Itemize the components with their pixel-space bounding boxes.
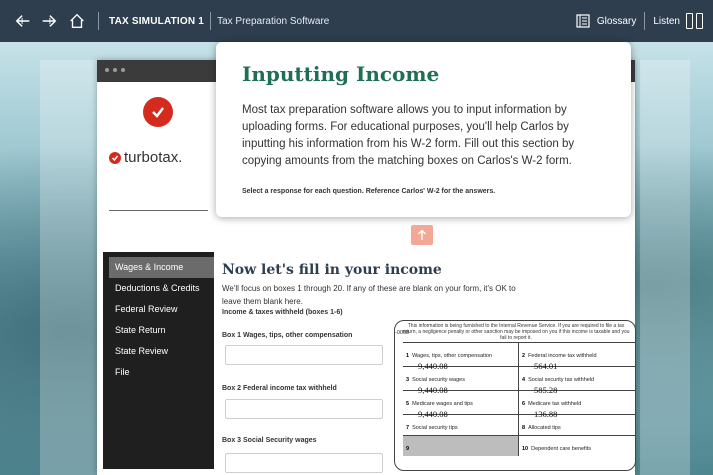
w2-box-10: 10 Dependent care benefits [522,446,592,452]
w2-box-3: 3 Social security wages 9,440.08 [403,367,519,395]
window-dots [105,68,125,72]
box1-input[interactable] [225,345,383,365]
sidebar-item-state-review[interactable]: State Review [103,341,214,362]
top-right-controls: Glossary Listen [575,12,713,30]
w2-box-9: 9 [403,436,519,456]
w2-row: 7 Social security tips 8 Allocated tips [403,415,635,436]
glossary-icon[interactable] [575,13,591,29]
w2-row: 3 Social security wages 9,440.08 4 Social s… [403,367,635,395]
glossary-button[interactable]: Glossary [597,16,636,27]
w2-box-2: 2 Federal income tax withheld 564.01 [522,353,597,371]
box1-label: Box 1 Wages, tips, other compensation [222,332,353,339]
box2-label: Box 2 Federal income tax withheld [222,385,337,392]
sidebar-item-wages-income[interactable]: Wages & Income [109,257,214,278]
top-bar: TAX SIMULATION 1 Tax Preparation Softwar… [0,0,713,42]
sidebar-item-federal-review[interactable]: Federal Review [103,299,214,320]
divider [98,12,99,30]
page-title: Now let's fill in your income [222,262,442,278]
divider [644,12,646,30]
w2-box-8: 8 Allocated tips [522,425,561,431]
sidebar-menu: My info Wages & Income Deductions & Cred… [103,236,214,383]
intro-text: We'll focus on boxes 1 through 20. If an… [222,284,516,306]
listen-button[interactable]: Listen [653,16,680,27]
forward-arrow-icon[interactable] [38,10,60,32]
sidebar: turbotax. Tax Home MY TAXES My info Wage… [103,82,214,469]
divider [109,210,208,211]
w2-notice: This information is being furnished to t… [402,323,630,341]
w2-box-1: 1 Wages, tips, other compensation 9,440.08 [403,343,519,371]
sidebar-item-deductions-credits[interactable]: Deductions & Credits [103,278,214,299]
card-body: Most tax preparation software allows you… [242,104,575,167]
brand-wordmark: turbotax. [109,149,182,166]
home-icon[interactable] [66,10,88,32]
w2-form-code: -0008 [395,330,410,336]
w2-box-6: 6 Medicare tax withheld 136.88 [522,401,582,419]
w2-form: This information is being furnished to t… [394,320,636,471]
w2-box-7: 7 Social security tips [403,415,519,435]
pause-icon[interactable] [686,13,703,29]
group-label: Income & taxes withheld (boxes 1-6) [222,309,343,316]
simulation-subtitle: Tax Preparation Software [217,15,330,27]
sidebar-item-state-return[interactable]: State Return [103,320,214,341]
w2-box-5: 5 Medicare wages and tips 9,440.08 [403,391,519,419]
box3-input[interactable] [225,453,383,473]
instruction-card: Inputting Income Most tax preparation so… [216,42,631,217]
sidebar-item-file[interactable]: File [103,362,214,383]
w2-row: 5 Medicare wages and tips 9,440.08 6 Medica… [403,391,635,419]
card-note: Select a response for each question. Ref… [242,188,496,195]
tax-home-link[interactable]: Tax Home [103,192,214,202]
background-decor [640,60,690,475]
divider [210,12,212,30]
scroll-up-button[interactable] [411,225,433,245]
simulation-title: TAX SIMULATION 1 [109,15,205,27]
checkmark-icon [109,151,121,164]
w2-row: 9 10 Dependent care benefits [403,436,635,456]
box3-label: Box 3 Social Security wages [222,437,317,444]
background-decor [40,60,100,475]
card-title: Inputting Income [242,62,440,86]
section-label: MY TAXES [111,218,156,228]
up-arrow-icon [418,229,426,240]
w2-row: 1 Wages, tips, other compensation 9,440.08… [403,343,635,371]
box2-input[interactable] [225,399,383,419]
back-arrow-icon[interactable] [12,10,34,32]
w2-box-4: 4 Social security tax withheld 585.28 [522,377,595,395]
sidebar-item-my-info[interactable]: My info [103,236,214,257]
brand-name: turbotax. [124,149,183,166]
w2-grid: 1 Wages, tips, other compensation 9,440.08… [403,342,635,456]
turbotax-logo-icon [143,97,173,127]
